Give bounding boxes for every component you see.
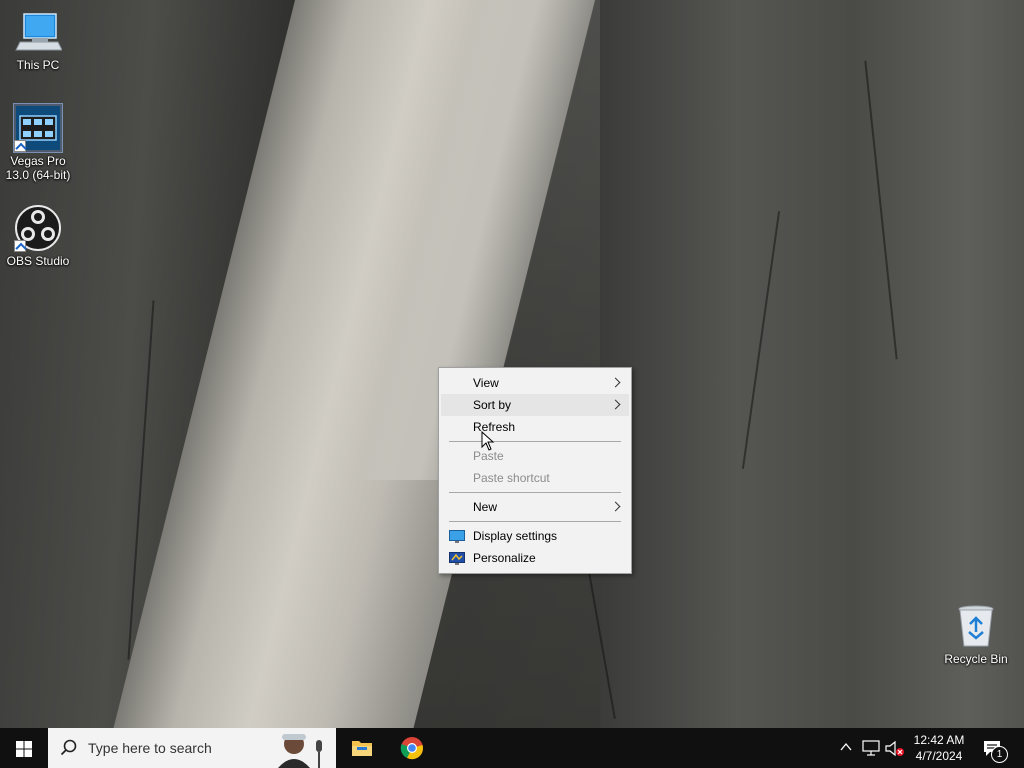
clock-time: 12:42 AM bbox=[913, 733, 965, 747]
menu-item-label: Personalize bbox=[473, 551, 536, 565]
menu-item-label: Display settings bbox=[473, 529, 558, 543]
menu-item-label: Paste bbox=[473, 449, 504, 463]
network-icon[interactable] bbox=[862, 740, 880, 756]
desktop-context-menu: View Sort by Refresh Paste Paste shortcu… bbox=[438, 367, 632, 574]
file-explorer-icon bbox=[352, 741, 372, 756]
start-button[interactable] bbox=[0, 728, 48, 768]
desktop-icon-obs-studio[interactable]: OBS Studio bbox=[0, 204, 76, 268]
mouse-cursor-icon bbox=[481, 431, 495, 451]
menu-item-paste[interactable]: Paste bbox=[441, 445, 629, 467]
desktop-icon-label: Vegas Pro 13.0 (64-bit) bbox=[5, 154, 71, 182]
menu-item-sort-by[interactable]: Sort by bbox=[441, 394, 629, 416]
menu-separator bbox=[449, 441, 621, 442]
menu-item-paste-shortcut[interactable]: Paste shortcut bbox=[441, 467, 629, 489]
chevron-right-icon bbox=[610, 377, 621, 388]
display-settings-icon bbox=[449, 529, 465, 543]
chrome-icon bbox=[400, 737, 423, 760]
desktop-icon-this-pc[interactable]: This PC bbox=[0, 8, 76, 72]
this-pc-icon bbox=[14, 8, 63, 56]
notification-count-badge: 1 bbox=[991, 746, 1008, 763]
menu-item-view[interactable]: View bbox=[441, 372, 629, 394]
menu-item-label: New bbox=[473, 500, 498, 514]
chevron-right-icon bbox=[610, 399, 621, 410]
menu-item-new[interactable]: New bbox=[441, 496, 629, 518]
taskbar-file-explorer[interactable] bbox=[338, 728, 386, 768]
search-placeholder: Type here to search bbox=[88, 740, 212, 756]
search-highlight-illustration-icon bbox=[278, 734, 322, 768]
taskbar-chrome[interactable] bbox=[388, 728, 436, 768]
desktop-icon-vegas-pro[interactable]: Vegas Pro 13.0 (64-bit) bbox=[0, 103, 76, 182]
clock-date: 4/7/2024 bbox=[915, 749, 963, 763]
desktop-icon-label: Recycle Bin bbox=[944, 652, 1008, 666]
menu-item-label: Paste shortcut bbox=[473, 471, 550, 485]
menu-separator bbox=[449, 521, 621, 522]
vegas-pro-icon bbox=[13, 103, 63, 153]
recycle-bin-icon bbox=[952, 602, 1000, 650]
desktop-wallpaper[interactable] bbox=[0, 0, 1024, 728]
shortcut-arrow-icon bbox=[14, 240, 26, 252]
menu-item-personalize[interactable]: Personalize bbox=[441, 547, 629, 569]
taskbar: Type here to search 12:42 AM 4/7/2024 1 bbox=[0, 728, 1024, 768]
obs-studio-icon bbox=[14, 204, 62, 252]
volume-muted-icon[interactable] bbox=[885, 740, 905, 758]
shortcut-arrow-icon bbox=[14, 140, 26, 152]
desktop-icon-label: This PC bbox=[16, 58, 60, 72]
desktop-icon-label: OBS Studio bbox=[6, 254, 70, 268]
menu-separator bbox=[449, 492, 621, 493]
action-center-button[interactable]: 1 bbox=[980, 728, 1024, 768]
search-icon bbox=[60, 739, 77, 756]
desktop-icon-recycle-bin[interactable]: Recycle Bin bbox=[938, 602, 1014, 666]
menu-item-label: Sort by bbox=[473, 398, 512, 412]
taskbar-search-box[interactable]: Type here to search bbox=[48, 728, 336, 768]
menu-item-display-settings[interactable]: Display settings bbox=[441, 525, 629, 547]
chevron-up-icon[interactable] bbox=[840, 742, 852, 752]
taskbar-clock[interactable]: 12:42 AM 4/7/2024 bbox=[904, 732, 974, 764]
chevron-right-icon bbox=[610, 501, 621, 512]
personalize-icon bbox=[449, 551, 465, 565]
menu-item-label: View bbox=[473, 376, 499, 390]
windows-logo-icon bbox=[16, 741, 32, 757]
menu-item-refresh[interactable]: Refresh bbox=[441, 416, 629, 438]
